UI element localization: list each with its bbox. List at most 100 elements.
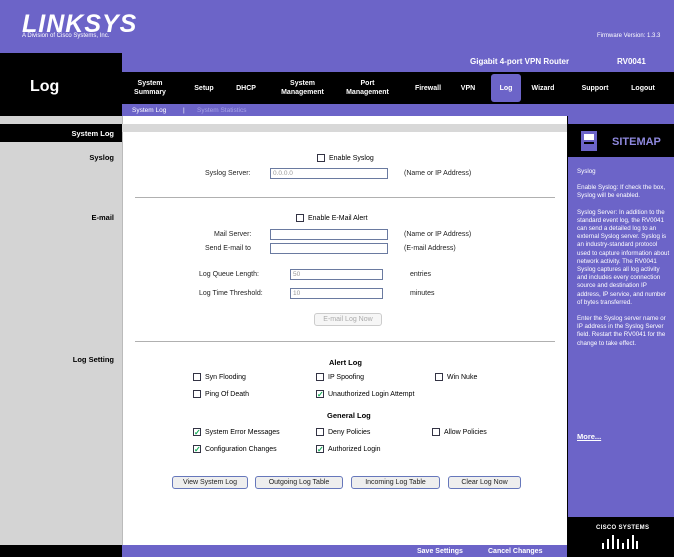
time-threshold-label: Log Time Threshold:	[199, 290, 263, 297]
nav-setup[interactable]: Setup	[190, 72, 218, 104]
syslog-server-input[interactable]: 0.0.0.0	[270, 168, 388, 179]
enable-email-checkbox[interactable]	[296, 214, 304, 222]
page-title: Log	[30, 78, 60, 95]
help-paragraph: Enter the Syslog server name or IP addre…	[577, 315, 666, 347]
cisco-bridge-icon	[600, 533, 640, 549]
configuration-changes-row: Configuration Changes	[193, 445, 277, 453]
system-error-checkbox[interactable]	[193, 428, 201, 436]
syn-flooding-label: Syn Flooding	[205, 373, 246, 381]
ip-spoofing-label: IP Spoofing	[328, 373, 365, 381]
router-name: Gigabit 4-port VPN Router	[470, 57, 570, 66]
time-threshold-input[interactable]: 10	[290, 288, 383, 299]
syslog-server-label: Syslog Server:	[205, 170, 251, 177]
unauthorized-login-label: Unauthorized Login Attempt	[328, 390, 415, 398]
system-error-label: System Error Messages	[205, 428, 280, 436]
left-label-syslog: Syslog	[89, 153, 114, 162]
content-area	[122, 116, 567, 557]
nav-system-management[interactable]: System Management	[275, 72, 330, 104]
ping-of-death-checkbox[interactable]	[193, 390, 201, 398]
nav-system-summary[interactable]: System Summary	[130, 72, 170, 104]
help-paragraph: Enable Syslog: If check the box, Syslog …	[577, 184, 666, 200]
authorized-login-checkbox[interactable]	[316, 445, 324, 453]
left-label-system-log: System Log	[71, 129, 114, 138]
unauthorized-login-checkbox[interactable]	[316, 390, 324, 398]
allow-policies-label: Allow Policies	[444, 428, 487, 436]
configuration-changes-label: Configuration Changes	[205, 445, 277, 453]
left-label-log-setting: Log Setting	[72, 355, 114, 364]
mail-server-label: Mail Server:	[214, 231, 252, 238]
subnav-separator: |	[183, 106, 185, 114]
send-to-label: Send E-mail to	[205, 245, 251, 252]
win-nuke-row: Win Nuke	[435, 373, 477, 381]
enable-syslog-checkbox[interactable]	[317, 154, 325, 162]
nav-log[interactable]: Log	[491, 72, 521, 104]
authorized-login-label: Authorized Login	[328, 445, 381, 453]
win-nuke-label: Win Nuke	[447, 373, 478, 381]
help-title: Syslog	[577, 168, 596, 175]
enable-syslog-row: Enable Syslog	[317, 154, 374, 162]
ping-of-death-row: Ping Of Death	[193, 390, 249, 398]
outgoing-log-table-button[interactable]: Outgoing Log Table	[255, 476, 343, 489]
configuration-changes-checkbox[interactable]	[193, 445, 201, 453]
subnav-system-statistics[interactable]: System Statistics	[197, 104, 246, 116]
enable-email-label: Enable E-Mail Alert	[308, 214, 368, 222]
allow-policies-row: Allow Policies	[432, 428, 487, 436]
sitemap-icon[interactable]	[580, 130, 598, 152]
router-model: RV0041	[617, 57, 646, 66]
logo-tagline: A Division of Cisco Systems, Inc.	[22, 33, 110, 39]
save-settings-button[interactable]: Save Settings	[417, 545, 463, 557]
email-log-now-button[interactable]: E-mail Log Now	[314, 313, 382, 326]
left-column	[0, 116, 122, 557]
nav-vpn[interactable]: VPN	[456, 72, 480, 104]
clear-log-now-button[interactable]: Clear Log Now	[448, 476, 521, 489]
cancel-changes-button[interactable]: Cancel Changes	[488, 545, 542, 557]
incoming-log-table-button[interactable]: Incoming Log Table	[351, 476, 440, 489]
help-text: Syslog Enable Syslog: If check the box, …	[577, 168, 671, 356]
left-label-email: E-mail	[91, 213, 114, 222]
firmware-version: Firmware Version: 1.3.3	[597, 33, 661, 39]
content-top-strip	[122, 124, 567, 132]
nav-wizard[interactable]: Wizard	[526, 72, 560, 104]
view-system-log-button[interactable]: View System Log	[172, 476, 248, 489]
help-paragraph: Syslog Server: In addition to the standa…	[577, 208, 670, 306]
nav-logout[interactable]: Logout	[626, 72, 660, 104]
enable-email-row: Enable E-Mail Alert	[296, 214, 368, 222]
ping-of-death-label: Ping Of Death	[205, 390, 249, 398]
win-nuke-checkbox[interactable]	[435, 373, 443, 381]
deny-policies-label: Deny Policies	[328, 428, 371, 436]
allow-policies-checkbox[interactable]	[432, 428, 440, 436]
nav-firewall[interactable]: Firewall	[410, 72, 446, 104]
nav-port-management[interactable]: Port Management	[345, 72, 390, 104]
ip-spoofing-row: IP Spoofing	[316, 373, 364, 381]
nav-support[interactable]: Support	[578, 72, 612, 104]
syn-flooding-checkbox[interactable]	[193, 373, 201, 381]
queue-length-label: Log Queue Length:	[199, 271, 259, 278]
ip-spoofing-checkbox[interactable]	[316, 373, 324, 381]
deny-policies-row: Deny Policies	[316, 428, 370, 436]
enable-syslog-label: Enable Syslog	[329, 154, 374, 162]
subnav-system-log[interactable]: System Log	[132, 104, 166, 116]
router-row	[122, 53, 674, 72]
system-error-row: System Error Messages	[193, 428, 280, 436]
more-link[interactable]: More...	[577, 432, 601, 441]
queue-length-unit: entries	[410, 271, 432, 278]
mail-server-input[interactable]	[270, 229, 388, 240]
nav-dhcp[interactable]: DHCP	[232, 72, 260, 104]
divider	[135, 197, 555, 198]
bottom-left-strip	[0, 545, 122, 557]
deny-policies-checkbox[interactable]	[316, 428, 324, 436]
unauthorized-login-row: Unauthorized Login Attempt	[316, 390, 414, 398]
authorized-login-row: Authorized Login	[316, 445, 381, 453]
sitemap-label[interactable]: SITEMAP	[612, 136, 661, 148]
syslog-server-hint: (Name or IP Address)	[404, 170, 472, 177]
alert-log-heading: Alert Log	[329, 358, 362, 367]
queue-length-input[interactable]: 50	[290, 269, 383, 280]
send-to-input[interactable]	[270, 243, 388, 254]
send-to-hint: (E-mail Address)	[404, 245, 456, 252]
cisco-systems-logo: CISCO SYSTEMS	[596, 525, 650, 531]
syn-flooding-row: Syn Flooding	[193, 373, 246, 381]
time-threshold-unit: minutes	[410, 290, 435, 297]
divider	[135, 341, 555, 342]
general-log-heading: General Log	[327, 411, 371, 420]
mail-server-hint: (Name or IP Address)	[404, 231, 472, 238]
